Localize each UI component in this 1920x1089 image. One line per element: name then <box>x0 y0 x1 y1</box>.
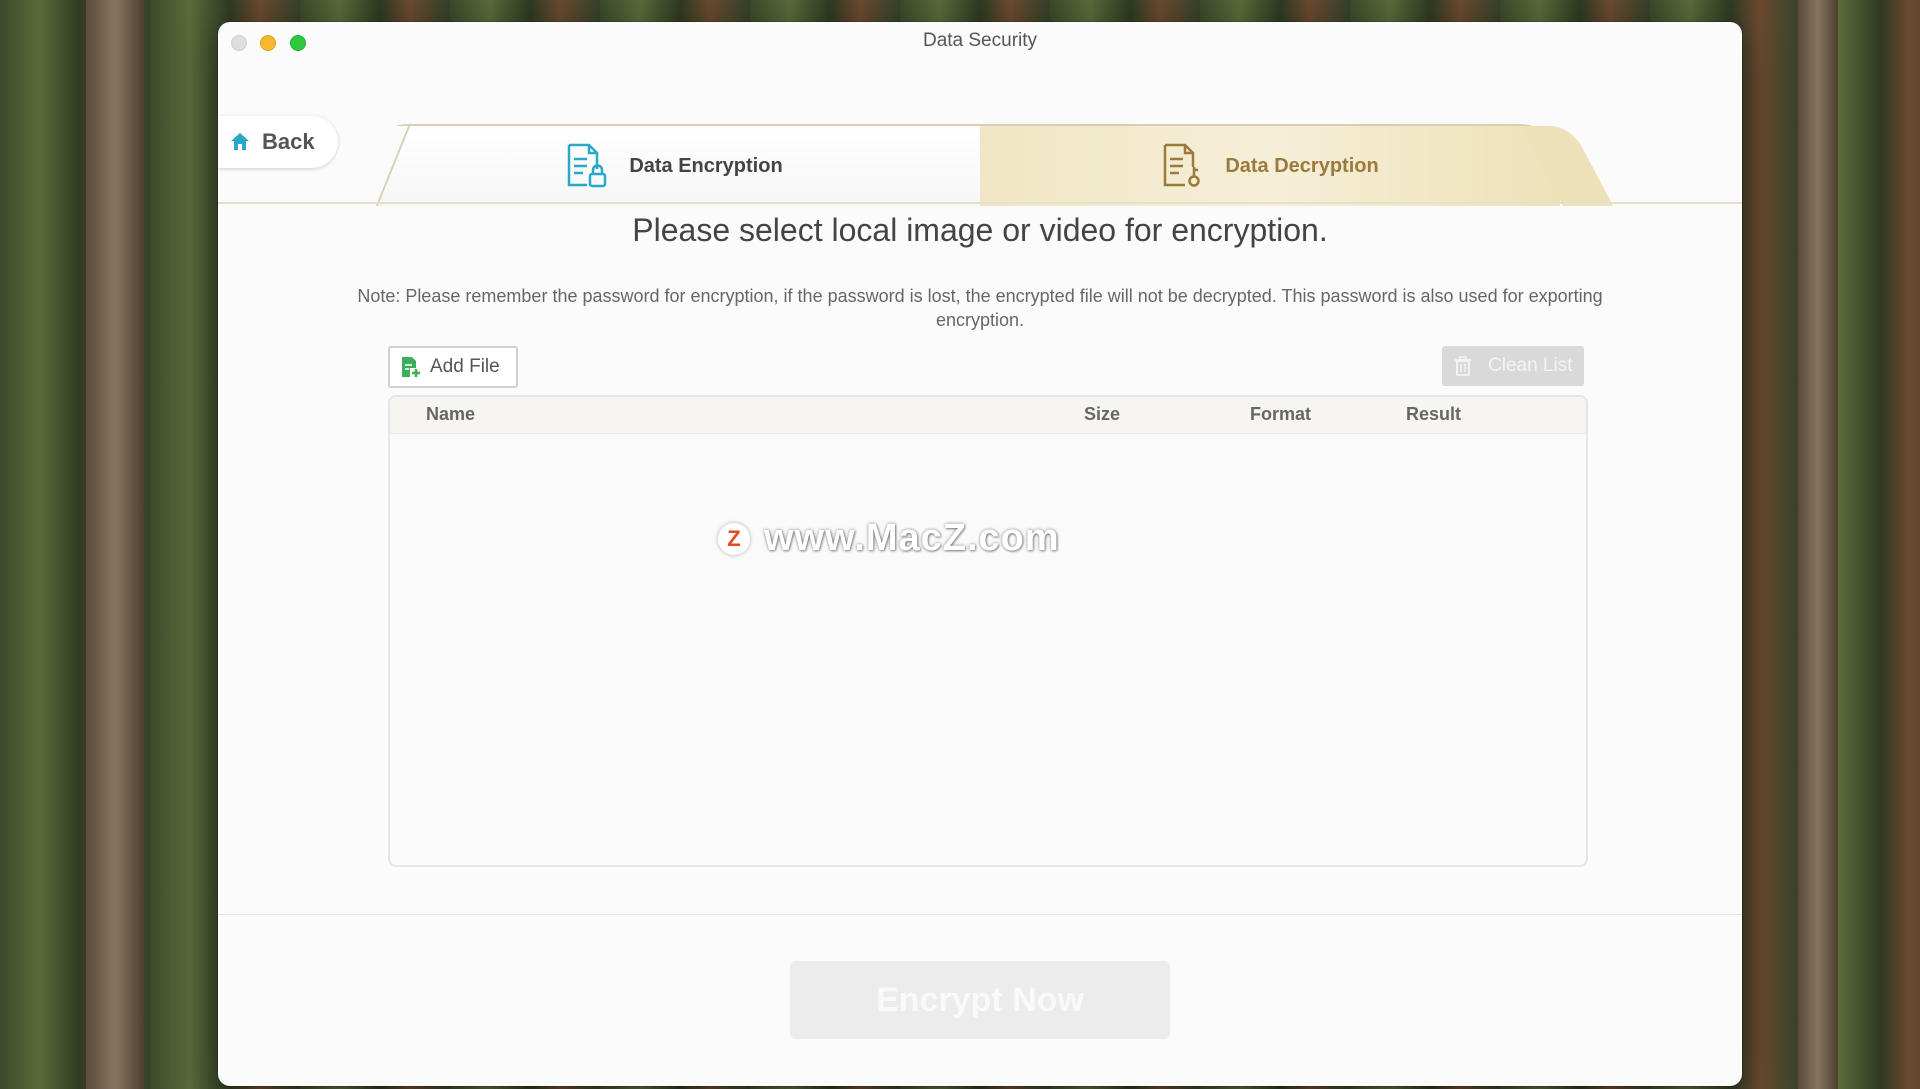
document-key-icon <box>1161 143 1205 189</box>
column-header-result[interactable]: Result <box>1406 404 1461 425</box>
watermark: Z www.MacZ.com <box>718 517 1060 560</box>
watermark-logo-icon: Z <box>718 522 750 555</box>
tab-data-decryption[interactable]: Data Decryption <box>980 124 1560 206</box>
trash-icon <box>1454 356 1472 376</box>
document-lock-icon <box>565 143 609 189</box>
app-window: Data Security Back Data Encryption Data … <box>218 22 1742 1086</box>
tab-divider <box>218 202 1742 204</box>
column-header-format[interactable]: Format <box>1250 404 1311 425</box>
encrypt-now-label: Encrypt Now <box>876 980 1084 1019</box>
watermark-text: www.MacZ.com <box>764 517 1060 559</box>
clean-list-label: Clean List <box>1488 355 1573 376</box>
column-header-size[interactable]: Size <box>1084 404 1120 425</box>
background-tree-trunk <box>86 0 144 1089</box>
clean-list-button[interactable]: Clean List <box>1442 346 1584 386</box>
back-button[interactable]: Back <box>218 116 338 168</box>
tab-data-encryption-label: Data Encryption <box>629 154 783 177</box>
window-title: Data Security <box>922 30 1038 51</box>
background-tree-trunk <box>1798 0 1838 1089</box>
file-list-table[interactable]: Name Size Format Result Z www.MacZ.com <box>388 395 1588 867</box>
tab-data-encryption[interactable]: Data Encryption <box>368 124 980 206</box>
column-header-name[interactable]: Name <box>426 404 475 425</box>
table-header: Name Size Format Result <box>390 397 1586 434</box>
add-file-icon <box>400 356 422 378</box>
footer-divider <box>218 914 1742 915</box>
home-icon <box>228 130 252 154</box>
title-bar: Data Security <box>218 22 1742 62</box>
back-label: Back <box>262 129 315 154</box>
add-file-button[interactable]: Add File <box>388 346 518 388</box>
page-heading: Please select local image or video for e… <box>632 212 1328 248</box>
tab-data-decryption-label: Data Decryption <box>1225 154 1379 177</box>
tab-strip: Back Data Encryption Data Decryption <box>218 102 1742 206</box>
password-note: Note: Please remember the password for e… <box>357 286 1603 330</box>
add-file-label: Add File <box>430 356 500 377</box>
encrypt-now-button[interactable]: Encrypt Now <box>790 961 1170 1039</box>
